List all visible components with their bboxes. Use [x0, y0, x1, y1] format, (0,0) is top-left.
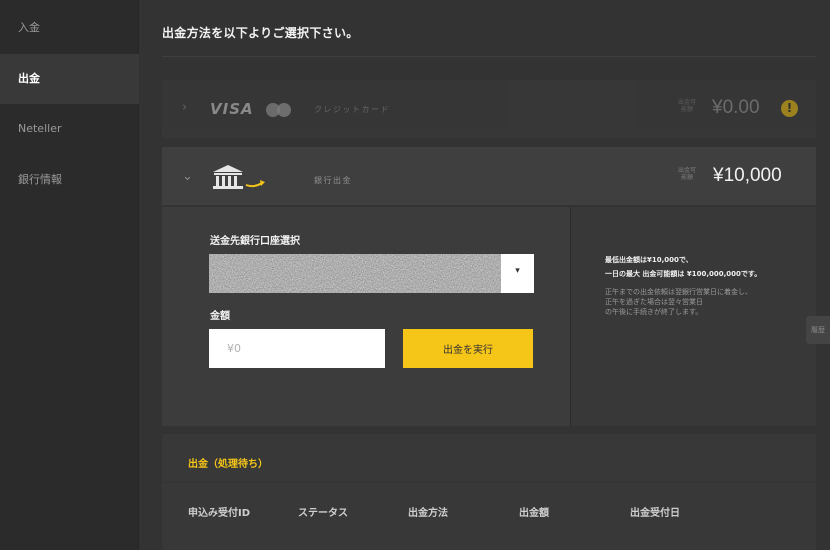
bank-icon: [213, 165, 265, 189]
divider: [162, 482, 816, 483]
card-amount: ¥0.00: [712, 97, 760, 118]
column-header-id: 申込み受付ID: [188, 508, 251, 519]
withdrawal-form: 送金先銀行口座選択 ▾ 金額 出金を実行: [162, 207, 570, 426]
available-label: 出金可能額: [677, 167, 696, 181]
note-text: 正午までの出金依頼は翌銀行営業日に着金し、: [605, 288, 752, 296]
note-text: の午後に手続きが終了します。: [605, 308, 703, 316]
column-header-status: ステータス: [298, 508, 348, 519]
divider: [162, 56, 816, 57]
bank-account-label: 送金先銀行口座選択: [210, 236, 300, 247]
bank-amount: ¥10,000: [713, 165, 782, 186]
method-row-credit-card[interactable]: › VISA クレジットカード 出金可能額 ¥0.00 !: [162, 80, 816, 138]
info-panel: 最低出金額は¥10,000で、 一日の最大 出金可能額は ¥100,000,00…: [570, 207, 816, 426]
chevron-down-icon: ⌄: [182, 169, 193, 184]
sidebar-item-bank-info[interactable]: 銀行情報: [0, 155, 139, 205]
page-title: 出金方法を以下よりご選択下さい。: [162, 26, 359, 40]
amount-label: 金額: [210, 311, 230, 322]
min-amount-text: 最低出金額は¥10,000で、: [605, 256, 693, 264]
main-content: 出金方法を以下よりご選択下さい。 › VISA クレジットカード 出金可能額 ¥…: [139, 0, 830, 550]
chevron-right-icon: ›: [182, 100, 188, 115]
execute-withdrawal-button[interactable]: 出金を実行: [403, 329, 533, 368]
column-header-date: 出金受付日: [630, 508, 680, 519]
mastercard-icon: [266, 103, 292, 117]
warning-icon[interactable]: !: [781, 100, 798, 117]
sidebar-item-withdrawal[interactable]: 出金: [0, 54, 139, 104]
history-side-tab[interactable]: 履歴: [806, 316, 830, 344]
sidebar-item-neteller[interactable]: Neteller: [0, 104, 139, 154]
pending-title: 出金（処理待ち）: [188, 459, 268, 470]
method-label: 銀行出金: [314, 176, 352, 185]
amount-input[interactable]: [209, 329, 385, 368]
pending-withdrawals: 出金（処理待ち） 申込み受付ID ステータス 出金方法 出金額 出金受付日: [162, 434, 816, 550]
column-header-amount: 出金額: [519, 508, 549, 519]
available-label: 出金可能額: [677, 99, 696, 113]
method-row-bank[interactable]: ⌄ 銀行出金 出金可能額 ¥10,000: [162, 147, 816, 206]
column-header-method: 出金方法: [408, 508, 448, 519]
visa-logo: VISA: [210, 100, 254, 118]
chevron-down-icon[interactable]: ▾: [501, 254, 534, 293]
sidebar: 入金 出金 Neteller 銀行情報: [0, 0, 139, 550]
note-text: 正午を過ぎた場合は翌々営業日: [605, 298, 703, 306]
bank-account-select[interactable]: ▾: [209, 254, 534, 293]
sidebar-item-deposit[interactable]: 入金: [0, 3, 139, 53]
method-label: クレジットカード: [314, 105, 390, 114]
max-amount-text: 一日の最大 出金可能額は ¥100,000,000です。: [605, 270, 762, 278]
masked-account-value: [209, 254, 501, 293]
